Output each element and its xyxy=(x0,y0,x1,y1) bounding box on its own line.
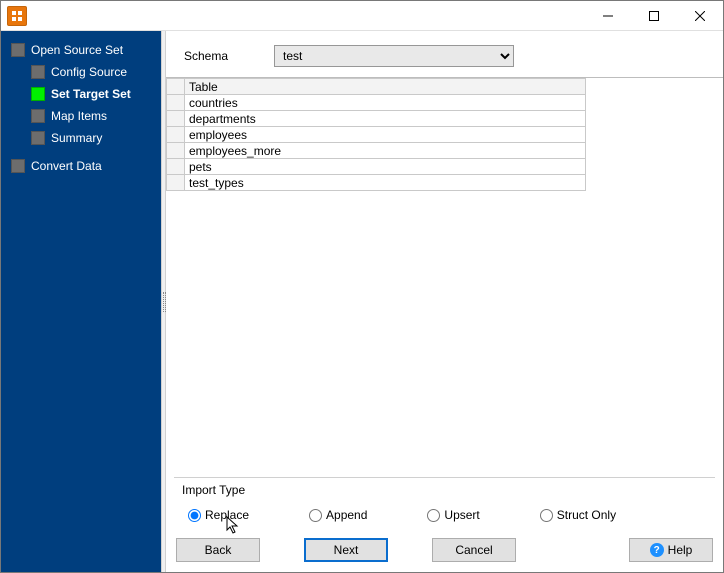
radio-append-input[interactable] xyxy=(309,509,322,522)
button-row: Back Next Cancel ? Help xyxy=(166,532,723,572)
radio-label: Replace xyxy=(205,508,249,522)
table-row[interactable]: employees xyxy=(167,127,586,143)
radio-struct-only[interactable]: Struct Only xyxy=(540,508,616,522)
sidebar-item-label: Summary xyxy=(51,131,102,145)
radio-upsert[interactable]: Upsert xyxy=(427,508,479,522)
splitter[interactable] xyxy=(161,31,166,572)
back-button[interactable]: Back xyxy=(176,538,260,562)
radio-replace[interactable]: Replace xyxy=(188,508,249,522)
sidebar-item-label: Set Target Set xyxy=(51,87,131,101)
sidebar-item-label: Config Source xyxy=(51,65,127,79)
table-row[interactable]: test_types xyxy=(167,175,586,191)
maximize-button[interactable] xyxy=(631,1,677,31)
table-header-row: Table xyxy=(167,79,586,95)
row-header-cell xyxy=(167,111,185,127)
import-type-group: Import Type Replace Append Upsert xyxy=(174,477,715,532)
row-header-cell xyxy=(167,143,185,159)
table-cell[interactable]: employees_more xyxy=(185,143,586,159)
main-panel: Schema test Table countries departme xyxy=(166,31,723,572)
radio-label: Upsert xyxy=(444,508,479,522)
table-cell[interactable]: test_types xyxy=(185,175,586,191)
tables-grid: Table countries departments employees em… xyxy=(166,78,586,191)
table-cell[interactable]: countries xyxy=(185,95,586,111)
wizard-window: Open Source Set Config Source Set Target… xyxy=(0,0,724,573)
row-header-cell xyxy=(167,175,185,191)
schema-row: Schema test xyxy=(166,31,723,77)
client-area: Open Source Set Config Source Set Target… xyxy=(1,31,723,572)
sidebar-item-config-source[interactable]: Config Source xyxy=(1,61,161,83)
table-scroll-area[interactable]: Table countries departments employees em… xyxy=(166,77,723,477)
schema-label: Schema xyxy=(184,49,264,63)
sidebar-item-convert-data[interactable]: Convert Data xyxy=(1,155,161,177)
sidebar-item-map-items[interactable]: Map Items xyxy=(1,105,161,127)
row-header-cell xyxy=(167,159,185,175)
sidebar-item-label: Convert Data xyxy=(31,159,102,173)
radio-append[interactable]: Append xyxy=(309,508,367,522)
next-button[interactable]: Next xyxy=(304,538,388,562)
sidebar-item-label: Open Source Set xyxy=(31,43,123,57)
step-box-icon xyxy=(31,109,45,123)
table-row[interactable]: pets xyxy=(167,159,586,175)
sidebar-item-label: Map Items xyxy=(51,109,107,123)
schema-select[interactable]: test xyxy=(274,45,514,67)
radio-replace-input[interactable] xyxy=(188,509,201,522)
table-cell[interactable]: pets xyxy=(185,159,586,175)
row-header-cell xyxy=(167,127,185,143)
step-box-icon xyxy=(31,87,45,101)
radio-upsert-input[interactable] xyxy=(427,509,440,522)
import-type-legend: Import Type xyxy=(182,483,707,497)
close-button[interactable] xyxy=(677,1,723,31)
radio-struct-only-input[interactable] xyxy=(540,509,553,522)
table-cell[interactable]: employees xyxy=(185,127,586,143)
titlebar xyxy=(1,1,723,31)
sidebar-item-summary[interactable]: Summary xyxy=(1,127,161,149)
row-header-corner xyxy=(167,79,185,95)
import-type-options: Replace Append Upsert Struct Only xyxy=(182,508,707,522)
help-icon: ? xyxy=(650,543,664,557)
step-box-icon xyxy=(11,43,25,57)
step-box-icon xyxy=(11,159,25,173)
table-row[interactable]: departments xyxy=(167,111,586,127)
step-box-icon xyxy=(31,131,45,145)
sidebar-item-set-target-set[interactable]: Set Target Set xyxy=(1,83,161,105)
cancel-button[interactable]: Cancel xyxy=(432,538,516,562)
minimize-button[interactable] xyxy=(585,1,631,31)
radio-label: Append xyxy=(326,508,367,522)
help-button[interactable]: ? Help xyxy=(629,538,713,562)
table-cell[interactable]: departments xyxy=(185,111,586,127)
table-row[interactable]: countries xyxy=(167,95,586,111)
row-header-cell xyxy=(167,95,185,111)
app-icon xyxy=(7,6,27,26)
table-row[interactable]: employees_more xyxy=(167,143,586,159)
column-header-table[interactable]: Table xyxy=(185,79,586,95)
wizard-sidebar: Open Source Set Config Source Set Target… xyxy=(1,31,161,572)
radio-label: Struct Only xyxy=(557,508,616,522)
sidebar-item-open-source-set[interactable]: Open Source Set xyxy=(1,39,161,61)
step-box-icon xyxy=(31,65,45,79)
